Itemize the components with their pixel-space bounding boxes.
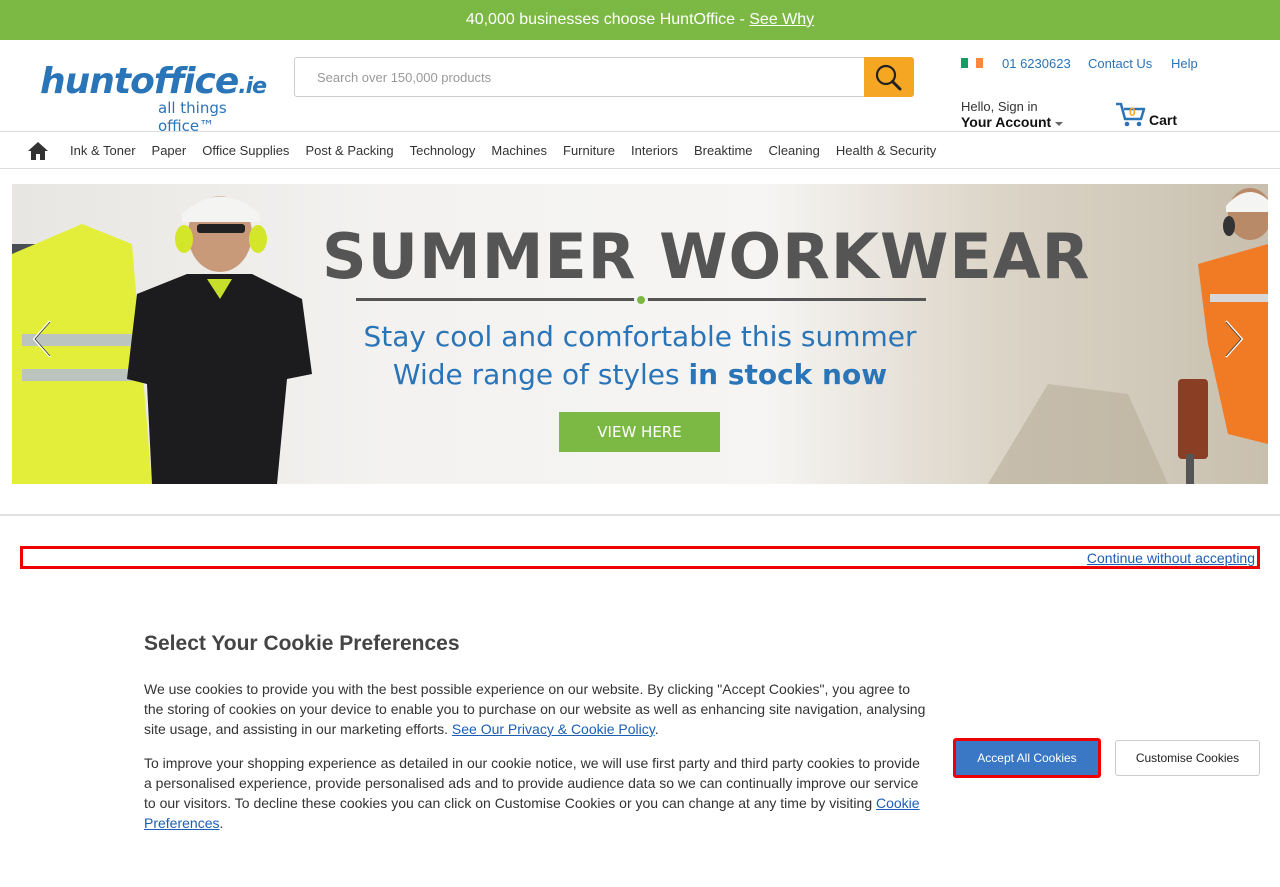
view-here-button[interactable]: VIEW HERE bbox=[559, 412, 720, 452]
nav-post-packing[interactable]: Post & Packing bbox=[297, 143, 401, 158]
caret-down-icon bbox=[1055, 121, 1064, 126]
chevron-left-icon[interactable] bbox=[32, 320, 52, 358]
logo-tagline: all things office™ bbox=[158, 99, 227, 135]
logo-main: huntoffice bbox=[40, 61, 239, 102]
phone-link[interactable]: 01 6230623 bbox=[1002, 56, 1071, 71]
continue-without-accepting-container: Continue without accepting bbox=[20, 546, 1260, 569]
home-icon[interactable] bbox=[27, 141, 49, 161]
promo-text: 40,000 businesses choose HuntOffice - bbox=[465, 11, 750, 28]
continue-without-accepting-link[interactable]: Continue without accepting bbox=[1087, 550, 1255, 566]
nav-health-security[interactable]: Health & Security bbox=[828, 143, 944, 158]
nav-furniture[interactable]: Furniture bbox=[555, 143, 623, 158]
cart-button[interactable]: 0 Cart bbox=[1114, 100, 1194, 130]
hero-divider-dot bbox=[634, 293, 648, 307]
nav-ink-toner[interactable]: Ink & Toner bbox=[62, 143, 144, 158]
main-nav: Ink & Toner Paper Office Supplies Post &… bbox=[0, 133, 1280, 169]
site-header: huntoffice.ie all things office™ 01 6230… bbox=[0, 40, 1280, 136]
nav-interiors[interactable]: Interiors bbox=[623, 143, 686, 158]
search-button[interactable] bbox=[864, 57, 914, 97]
account-greeting: Hello, Sign in bbox=[961, 99, 1038, 114]
hero-subtitle-highlight: in stock now bbox=[688, 358, 888, 391]
ireland-flag-icon[interactable] bbox=[961, 58, 983, 68]
worker-image bbox=[988, 188, 1268, 484]
search-icon bbox=[875, 64, 902, 91]
account-label: Your Account bbox=[961, 114, 1052, 130]
chevron-right-icon[interactable] bbox=[1224, 320, 1244, 358]
nav-technology[interactable]: Technology bbox=[402, 143, 484, 158]
section-divider bbox=[0, 514, 1280, 516]
nav-cleaning[interactable]: Cleaning bbox=[761, 143, 828, 158]
see-why-link[interactable]: See Why bbox=[749, 11, 814, 28]
cart-count: 0 bbox=[1129, 105, 1136, 119]
privacy-cookie-policy-link[interactable]: See Our Privacy & Cookie Policy bbox=[452, 721, 655, 737]
cart-label: Cart bbox=[1149, 112, 1178, 128]
hero-subtitle-2: Wide range of styles in stock now bbox=[392, 358, 888, 391]
search-bar bbox=[294, 57, 914, 97]
search-input[interactable] bbox=[294, 57, 865, 97]
account-menu[interactable]: Hello, Sign in Your Account bbox=[961, 99, 1064, 130]
cookie-paragraph-2: To improve your shopping experience as d… bbox=[144, 755, 920, 831]
cookie-paragraph-1: We use cookies to provide you with the b… bbox=[144, 681, 926, 737]
nav-breaktime[interactable]: Breaktime bbox=[686, 143, 761, 158]
promo-bar: 40,000 businesses choose HuntOffice - Se… bbox=[0, 0, 1280, 40]
cookie-banner-title: Select Your Cookie Preferences bbox=[144, 632, 460, 655]
hero-subtitle-1: Stay cool and comfortable this summer bbox=[363, 320, 917, 353]
hero-banner[interactable]: SUMMER WORKWEAR Stay cool and comfortabl… bbox=[12, 184, 1268, 484]
nav-machines[interactable]: Machines bbox=[483, 143, 555, 158]
help-link[interactable]: Help bbox=[1171, 56, 1198, 71]
logo-tld: .ie bbox=[238, 74, 267, 99]
contact-us-link[interactable]: Contact Us bbox=[1088, 56, 1152, 71]
customise-cookies-button[interactable]: Customise Cookies bbox=[1115, 740, 1260, 776]
workwear-models-image bbox=[12, 196, 312, 484]
hero-title: SUMMER WORKWEAR bbox=[322, 220, 1091, 293]
huntoffice-logo[interactable]: huntoffice.ie all things office™ bbox=[40, 61, 270, 136]
accept-all-cookies-button[interactable]: Accept All Cookies bbox=[953, 738, 1101, 778]
nav-paper[interactable]: Paper bbox=[144, 143, 195, 158]
nav-office-supplies[interactable]: Office Supplies bbox=[194, 143, 297, 158]
